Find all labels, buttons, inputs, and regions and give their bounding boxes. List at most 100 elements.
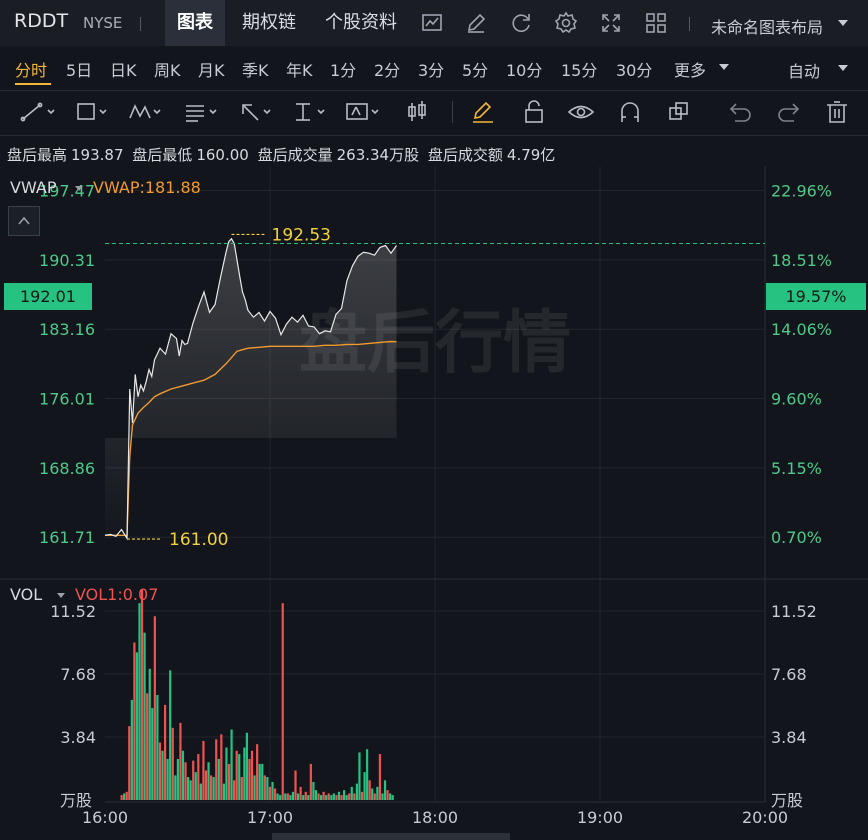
chevron-down-icon[interactable]	[57, 593, 65, 598]
volume-bar	[204, 770, 208, 800]
period-1min[interactable]: 1分	[330, 57, 356, 81]
volume-bar	[312, 781, 315, 800]
volume-bar	[276, 793, 279, 800]
chart-grid	[0, 166, 868, 803]
volume-bar	[268, 786, 272, 800]
volume-bar	[161, 750, 164, 800]
trendline-tool-icon[interactable]	[18, 98, 58, 126]
layout-name-dropdown[interactable]: 未命名图表布局	[711, 14, 823, 38]
volume-tick-label: 11.52	[50, 602, 96, 621]
exchange-label: NYSE	[83, 14, 123, 32]
volume-bar	[366, 749, 369, 800]
volume-bar	[314, 790, 318, 800]
magnet-icon[interactable]	[610, 98, 650, 126]
volume-bar	[120, 795, 123, 800]
refresh-icon[interactable]	[509, 11, 533, 35]
volume-bar	[220, 734, 223, 800]
volume-indicator-label[interactable]: VOL	[10, 585, 42, 604]
pen-tool-icon[interactable]	[465, 98, 505, 126]
symbol-label[interactable]: RDDT	[14, 10, 68, 32]
tab-stock-profile[interactable]: 个股资料	[313, 0, 409, 46]
volume-bar	[250, 750, 254, 800]
eye-icon[interactable]	[561, 98, 601, 126]
candle-tool-icon[interactable]	[401, 98, 441, 126]
volume-bar	[325, 795, 328, 800]
volume-bar	[261, 763, 264, 800]
volume-bar	[248, 758, 251, 800]
arrow-tool-icon[interactable]	[234, 98, 274, 126]
volume-bar	[192, 760, 195, 800]
pct-tick-label: 9.60%	[771, 390, 822, 409]
period-5min[interactable]: 5分	[462, 57, 488, 81]
trash-icon[interactable]	[817, 98, 857, 126]
tab-chart[interactable]: 图表	[165, 0, 225, 46]
volume-bar	[258, 763, 261, 800]
price-tick-label: 168.86	[39, 459, 95, 478]
volume-bar	[135, 652, 139, 800]
text-note-tool-icon[interactable]	[180, 98, 220, 126]
volume-bar	[256, 744, 259, 800]
volume-bar	[350, 786, 353, 800]
volume-bar	[348, 793, 351, 800]
stat-value: 160.00	[196, 146, 249, 164]
period-intraday[interactable]: 分时	[15, 57, 47, 81]
scroll-bar[interactable]	[272, 833, 510, 840]
chevron-down-icon[interactable]	[838, 65, 848, 71]
chevron-down-icon[interactable]	[75, 186, 83, 191]
active-period-indicator	[15, 83, 51, 85]
settings-icon[interactable]	[554, 11, 578, 35]
redo-icon[interactable]	[769, 98, 809, 126]
indicator-icon[interactable]	[420, 11, 444, 35]
period-3min[interactable]: 3分	[418, 57, 444, 81]
text-tool-icon[interactable]	[342, 98, 382, 126]
clone-icon[interactable]	[659, 98, 699, 126]
stat-label: 盘后成交额	[427, 146, 503, 164]
pattern-tool-icon[interactable]	[126, 98, 166, 126]
measure-tool-icon[interactable]	[288, 98, 328, 126]
vwap-indicator-label[interactable]: VWAP	[10, 178, 56, 197]
period-30min[interactable]: 30分	[616, 57, 652, 81]
collapse-button[interactable]	[8, 206, 40, 236]
period-quarterly[interactable]: 季K	[242, 57, 269, 81]
fullscreen-icon[interactable]	[599, 11, 623, 35]
chevron-down-icon[interactable]	[719, 64, 729, 70]
stat-value: 4.79亿	[506, 146, 556, 164]
chevron-down-icon[interactable]	[838, 20, 848, 26]
period-weekly[interactable]: 周K	[154, 57, 181, 81]
scale-mode-dropdown[interactable]: 自动	[788, 58, 820, 82]
volume-bar	[243, 747, 246, 800]
volume-bar	[304, 791, 307, 800]
volume-bar	[309, 763, 312, 800]
draw-icon[interactable]	[464, 11, 488, 35]
volume-bar	[125, 791, 128, 800]
price-tick-label: 183.16	[39, 320, 95, 339]
volume-bar	[189, 780, 192, 800]
volume-bar	[163, 704, 167, 800]
tab-option-chain[interactable]: 期权链	[230, 0, 308, 46]
period-yearly[interactable]: 年K	[286, 57, 313, 81]
period-daily[interactable]: 日K	[110, 57, 137, 81]
chart-canvas[interactable]: 盘后行情 197.47 22.96%190.31 18.51%183.16 14.06…	[0, 166, 868, 833]
volume-bar	[253, 775, 256, 800]
volume-bar	[391, 795, 394, 800]
period-more[interactable]: 更多	[674, 57, 706, 81]
volume-bar	[156, 695, 159, 800]
volume-bar	[230, 729, 233, 800]
period-5d[interactable]: 5日	[66, 57, 92, 81]
period-monthly[interactable]: 月K	[198, 57, 225, 81]
lock-icon[interactable]	[514, 98, 554, 126]
volume-bar	[207, 762, 210, 800]
volume-bar	[345, 795, 348, 800]
volume-bar	[169, 670, 172, 800]
divider	[140, 17, 141, 31]
divider	[689, 17, 690, 31]
layout-grid-icon[interactable]	[644, 11, 668, 35]
period-2min[interactable]: 2分	[374, 57, 400, 81]
volume-bars	[120, 590, 394, 800]
rectangle-tool-icon[interactable]	[72, 98, 112, 126]
period-10min[interactable]: 10分	[506, 57, 542, 81]
undo-icon[interactable]	[720, 98, 760, 126]
time-tick-label: 16:00	[82, 808, 128, 827]
period-15min[interactable]: 15分	[561, 57, 597, 81]
volume-bar	[148, 668, 151, 800]
